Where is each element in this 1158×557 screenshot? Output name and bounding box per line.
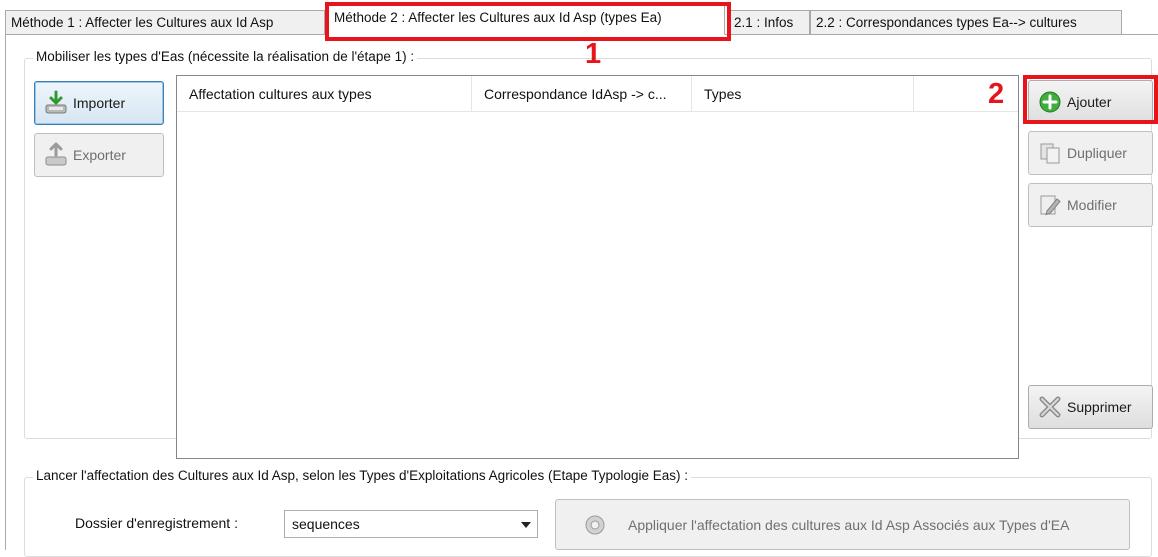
listview-header: Affectation cultures aux types Correspon… <box>177 76 1018 112</box>
types-groupbox-legend: Mobiliser les types d'Eas (nécessite la … <box>33 49 418 64</box>
add-button[interactable]: Ajouter <box>1028 80 1153 124</box>
delete-label: Supprimer <box>1067 399 1132 415</box>
import-label: Importer <box>73 95 126 111</box>
apply-button[interactable]: Appliquer l'affectation des cultures aux… <box>555 499 1130 550</box>
duplicate-icon <box>1037 140 1063 166</box>
tab-methode-1[interactable]: Méthode 1 : Affecter les Cultures aux Id… <box>5 10 325 35</box>
chevron-down-icon[interactable] <box>521 522 531 528</box>
import-icon <box>43 90 69 116</box>
export-button[interactable]: Exporter <box>34 133 164 177</box>
tab-methode-2[interactable]: Méthode 2 : Affecter les Cultures aux Id… <box>325 5 725 35</box>
launch-groupbox-legend: Lancer l'affectation des Cultures aux Id… <box>33 468 692 483</box>
types-listview[interactable]: Affectation cultures aux types Correspon… <box>176 75 1019 459</box>
tab-infos[interactable]: 2.1 : Infos <box>728 10 810 35</box>
import-button[interactable]: Importer <box>34 81 164 125</box>
column-header-affectation[interactable]: Affectation cultures aux types <box>177 76 472 112</box>
modify-label: Modifier <box>1067 197 1117 213</box>
duplicate-label: Dupliquer <box>1067 145 1127 161</box>
column-header-correspondance[interactable]: Correspondance IdAsp -> c... <box>472 76 692 112</box>
annotation-number-1: 1 <box>585 38 602 70</box>
delete-button[interactable]: Supprimer <box>1028 385 1153 429</box>
tab-correspondances[interactable]: 2.2 : Correspondances types Ea--> cultur… <box>810 10 1122 35</box>
modify-button[interactable]: Modifier <box>1028 183 1153 227</box>
export-label: Exporter <box>73 147 126 163</box>
column-header-types[interactable]: Types <box>692 76 914 112</box>
add-circle-icon <box>1037 89 1063 115</box>
delete-x-icon <box>1037 394 1063 420</box>
add-label: Ajouter <box>1067 94 1112 110</box>
folder-combobox-value: sequences <box>292 516 360 532</box>
folder-label: Dossier d'enregistrement : <box>75 515 238 531</box>
annotation-number-2: 2 <box>988 78 1005 110</box>
apply-label: Appliquer l'affectation des cultures aux… <box>628 516 1070 533</box>
edit-icon <box>1037 192 1063 218</box>
export-icon <box>43 142 69 168</box>
gear-icon <box>582 512 608 538</box>
duplicate-button[interactable]: Dupliquer <box>1028 131 1153 175</box>
folder-combobox[interactable]: sequences <box>284 510 538 538</box>
